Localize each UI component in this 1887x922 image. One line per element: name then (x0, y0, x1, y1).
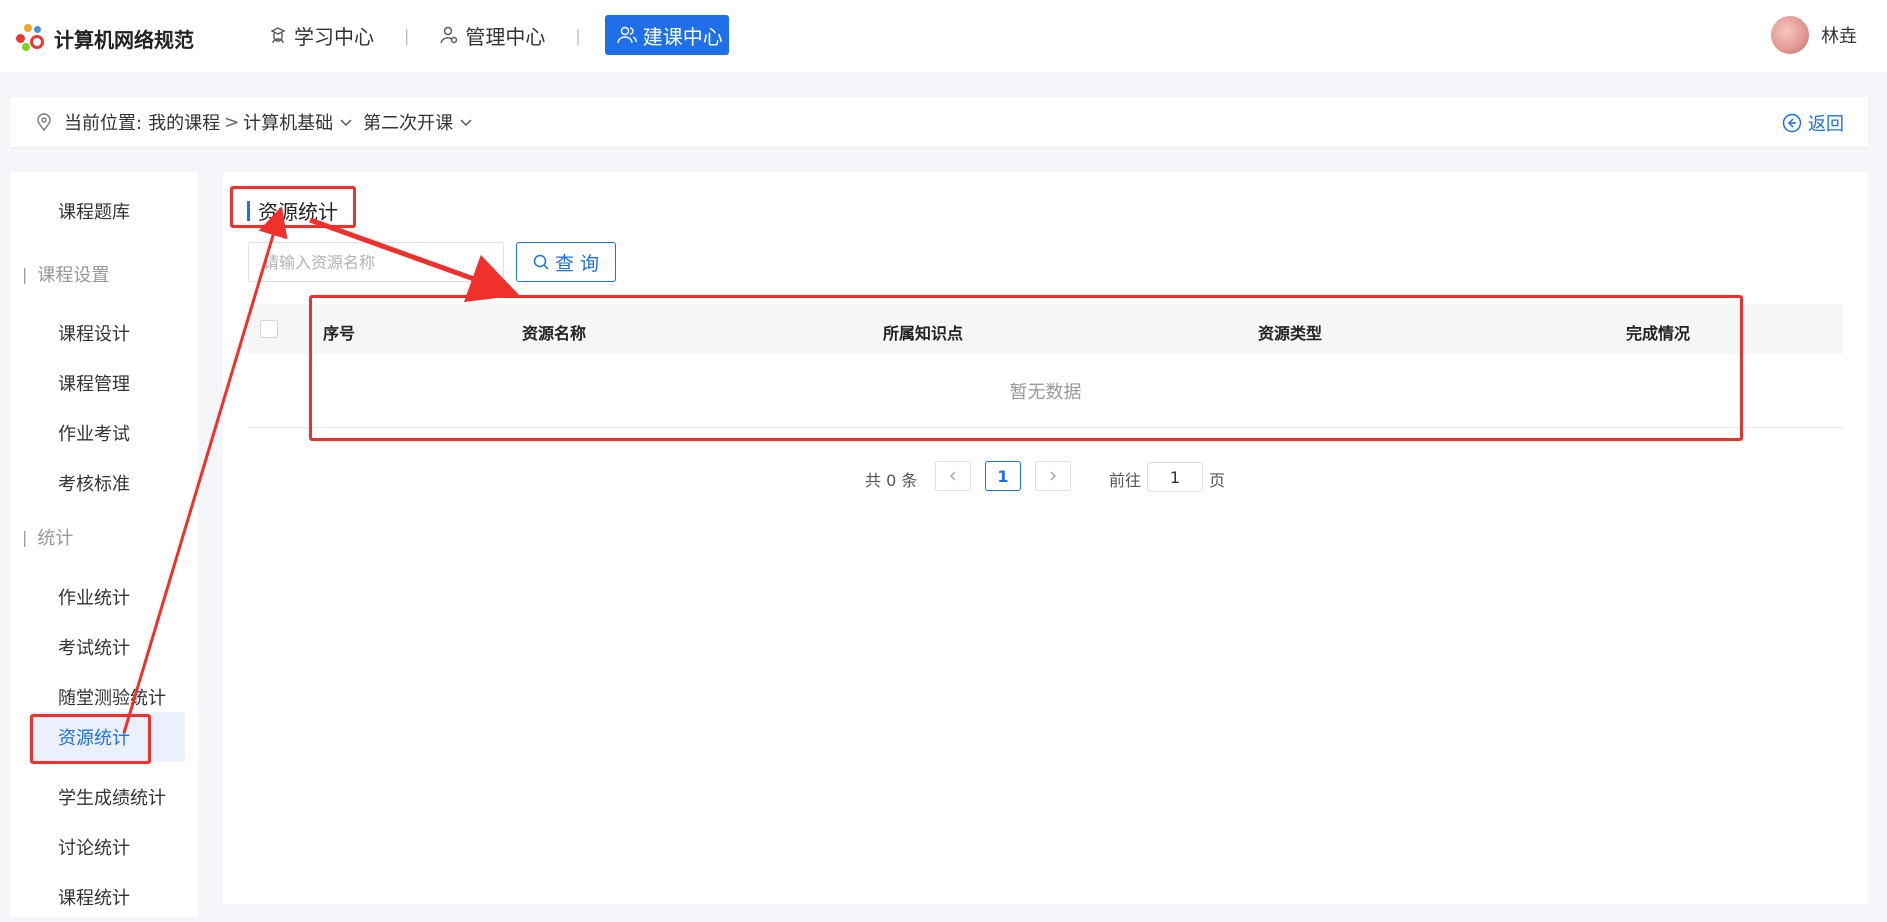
nav-course-building-center[interactable]: 建课中心 (604, 15, 729, 55)
search-button[interactable]: 查 询 (516, 242, 616, 282)
logo[interactable]: 计算机网络规范 (12, 18, 194, 58)
sidebar-group-title: 统计 (37, 528, 74, 549)
user-name: 林垚 (1821, 26, 1857, 47)
sidebar-item-student-score-stats[interactable]: 学生成绩统计 (30, 772, 185, 822)
sidebar-item-discussion-stats[interactable]: 讨论统计 (30, 822, 185, 872)
column-header-knowledge-point: 所属知识点 (883, 324, 964, 343)
users-icon (617, 26, 637, 44)
top-navbar: 计算机网络规范 学习中心 | 管理中心 | 建课中心 林垚 (0, 0, 1887, 72)
table-header: 序号 资源名称 所属知识点 资源类型 完成情况 (248, 304, 1843, 354)
sidebar-item-course-management[interactable]: 课程管理 (30, 358, 185, 408)
nav-separator: | (575, 25, 581, 45)
logo-icon (12, 18, 52, 58)
sidebar-item-assessment-criteria[interactable]: 考核标准 (30, 458, 185, 508)
nav-separator: | (404, 25, 410, 45)
column-header-completion: 完成情况 (1626, 324, 1691, 343)
chevron-down-icon[interactable] (459, 115, 473, 129)
empty-text: 暂无数据 (1009, 381, 1082, 403)
pagination: 共 0 条 1 前往 页 (223, 461, 1868, 495)
main-panel: 资源统计 查 询 序号 资源名称 所属知识点 资源类型 完成情况 暂无数据 共 … (223, 172, 1868, 904)
page-title-text: 资源统计 (258, 200, 338, 224)
sidebar-item-resource-stats[interactable]: 资源统计 (30, 712, 185, 762)
main-nav: 学习中心 | 管理中心 | 建课中心 (262, 15, 729, 55)
logo-text: 计算机网络规范 (54, 27, 194, 52)
sidebar-item-homework-stats[interactable]: 作业统计 (30, 572, 185, 622)
nav-management-center[interactable]: 管理中心 (433, 15, 551, 55)
breadcrumb-course[interactable]: 计算机基础 (243, 109, 333, 135)
breadcrumb-separator: > (224, 111, 240, 133)
sidebar-item-course-design[interactable]: 课程设计 (30, 308, 185, 358)
sidebar-item-question-bank[interactable]: 课程题库 (30, 186, 185, 236)
search-icon (533, 254, 549, 270)
sidebar-item-homework-exam[interactable]: 作业考试 (30, 408, 185, 458)
sidebar-group-course-settings: | 课程设置 (22, 261, 109, 287)
user-gear-icon (440, 26, 458, 44)
back-circle-icon (1782, 113, 1802, 133)
search-input[interactable] (248, 242, 504, 282)
select-all-checkbox[interactable] (260, 320, 278, 338)
nav-learning-center[interactable]: 学习中心 (262, 15, 380, 55)
breadcrumb: 当前位置: 我的课程 > 计算机基础 第二次开课 返回 (10, 97, 1868, 147)
column-header-resource-name: 资源名称 (522, 324, 587, 343)
location-pin-icon (37, 113, 51, 132)
sidebar-item-course-stats[interactable]: 课程统计 (30, 872, 185, 922)
sidebar: 课程题库 | 课程设置 课程设计 课程管理 作业考试 考核标准 | 统计 作业统… (10, 172, 198, 917)
chevron-right-icon (1050, 471, 1057, 481)
next-page-button[interactable] (1035, 461, 1071, 491)
back-button[interactable]: 返回 (1782, 110, 1844, 136)
graduate-icon (270, 27, 286, 44)
page-number-button[interactable]: 1 (985, 461, 1021, 491)
back-label: 返回 (1808, 114, 1844, 135)
avatar[interactable] (1771, 16, 1809, 54)
nav-management-center-label: 管理中心 (465, 24, 546, 49)
user-menu[interactable]: 林垚 (1771, 16, 1857, 54)
search-button-label: 查 询 (554, 252, 600, 275)
breadcrumb-session[interactable]: 第二次开课 (363, 109, 453, 135)
prev-page-button[interactable] (935, 461, 971, 491)
resource-table: 序号 资源名称 所属知识点 资源类型 完成情况 暂无数据 (248, 304, 1843, 428)
chevron-down-icon[interactable] (339, 115, 353, 129)
chevron-left-icon (949, 471, 956, 481)
goto-page-input[interactable] (1147, 462, 1203, 492)
breadcrumb-label: 当前位置: (64, 113, 143, 134)
page-title: 资源统计 (247, 196, 338, 225)
sidebar-group-title: 课程设置 (37, 265, 110, 286)
pagination-total: 共 0 条 (865, 471, 918, 490)
nav-learning-center-label: 学习中心 (294, 24, 374, 49)
breadcrumb-my-courses[interactable]: 我的课程 (148, 109, 220, 135)
page-suffix: 页 (1209, 471, 1226, 490)
goto-label: 前往 (1109, 471, 1142, 490)
table-empty-state: 暂无数据 (248, 354, 1843, 428)
column-header-resource-type: 资源类型 (1258, 324, 1323, 343)
sidebar-group-statistics: | 统计 (22, 524, 73, 550)
nav-course-building-center-label: 建课中心 (642, 24, 723, 49)
column-header-index: 序号 (323, 324, 356, 343)
sidebar-item-exam-stats[interactable]: 考试统计 (30, 622, 185, 672)
